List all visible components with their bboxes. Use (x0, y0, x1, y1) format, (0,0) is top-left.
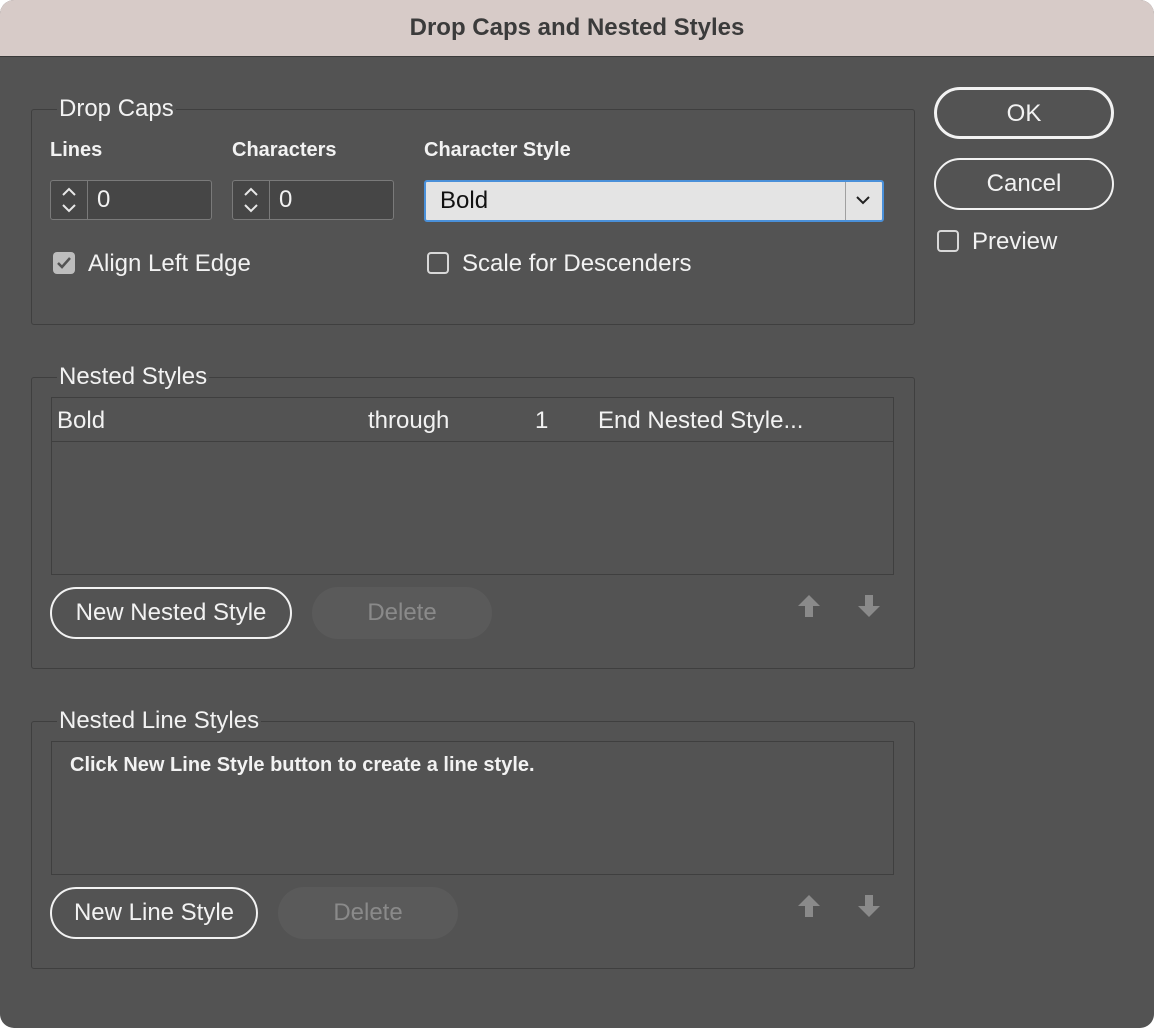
scale-for-descenders-label[interactable]: Scale for Descenders (462, 250, 691, 278)
arrow-down-icon[interactable] (857, 594, 881, 618)
nested-style-until-cell[interactable]: End Nested Style... (598, 407, 803, 435)
cancel-button[interactable]: Cancel (934, 158, 1114, 210)
characters-value[interactable]: 0 (279, 181, 292, 219)
characters-stepper[interactable]: 0 (232, 180, 394, 220)
stepper-arrows-icon[interactable] (233, 181, 270, 219)
character-style-label: Character Style (424, 139, 571, 161)
ok-button[interactable]: OK (934, 87, 1114, 139)
character-style-select[interactable]: Bold (424, 180, 884, 222)
characters-label: Characters (232, 139, 337, 161)
stepper-arrows-icon[interactable] (51, 181, 88, 219)
lines-value[interactable]: 0 (97, 181, 110, 219)
dialog-title: Drop Caps and Nested Styles (409, 14, 745, 41)
lines-label: Lines (50, 139, 103, 161)
lines-stepper[interactable]: 0 (50, 180, 212, 220)
row-separator (52, 441, 893, 442)
nested-style-mode-cell[interactable]: through (368, 407, 449, 435)
nested-line-styles-hint: Click New Line Style button to create a … (70, 754, 535, 776)
drop-caps-legend: Drop Caps (57, 95, 176, 123)
preview-checkbox[interactable] (937, 230, 959, 252)
arrow-up-icon[interactable] (797, 594, 821, 618)
dialog-window: Drop Caps and Nested Styles Drop Caps Li… (0, 0, 1154, 1028)
new-line-style-button[interactable]: New Line Style (50, 887, 258, 939)
align-left-edge-checkbox[interactable] (53, 252, 75, 274)
nested-style-name-cell[interactable]: Bold (57, 407, 105, 435)
scale-for-descenders-checkbox[interactable] (427, 252, 449, 274)
chevron-down-icon[interactable] (845, 182, 882, 220)
arrow-up-icon[interactable] (797, 894, 821, 918)
checkmark-icon (57, 257, 71, 269)
delete-line-style-button[interactable]: Delete (278, 887, 458, 939)
character-style-value: Bold (440, 187, 489, 214)
preview-label[interactable]: Preview (972, 228, 1057, 256)
nested-line-styles-legend: Nested Line Styles (57, 707, 262, 735)
nested-styles-legend: Nested Styles (57, 363, 210, 391)
nested-style-count-cell[interactable]: 1 (535, 407, 548, 435)
title-bar: Drop Caps and Nested Styles (0, 0, 1154, 57)
new-nested-style-button[interactable]: New Nested Style (50, 587, 292, 639)
align-left-edge-label[interactable]: Align Left Edge (88, 250, 251, 278)
delete-nested-style-button[interactable]: Delete (312, 587, 492, 639)
arrow-down-icon[interactable] (857, 894, 881, 918)
